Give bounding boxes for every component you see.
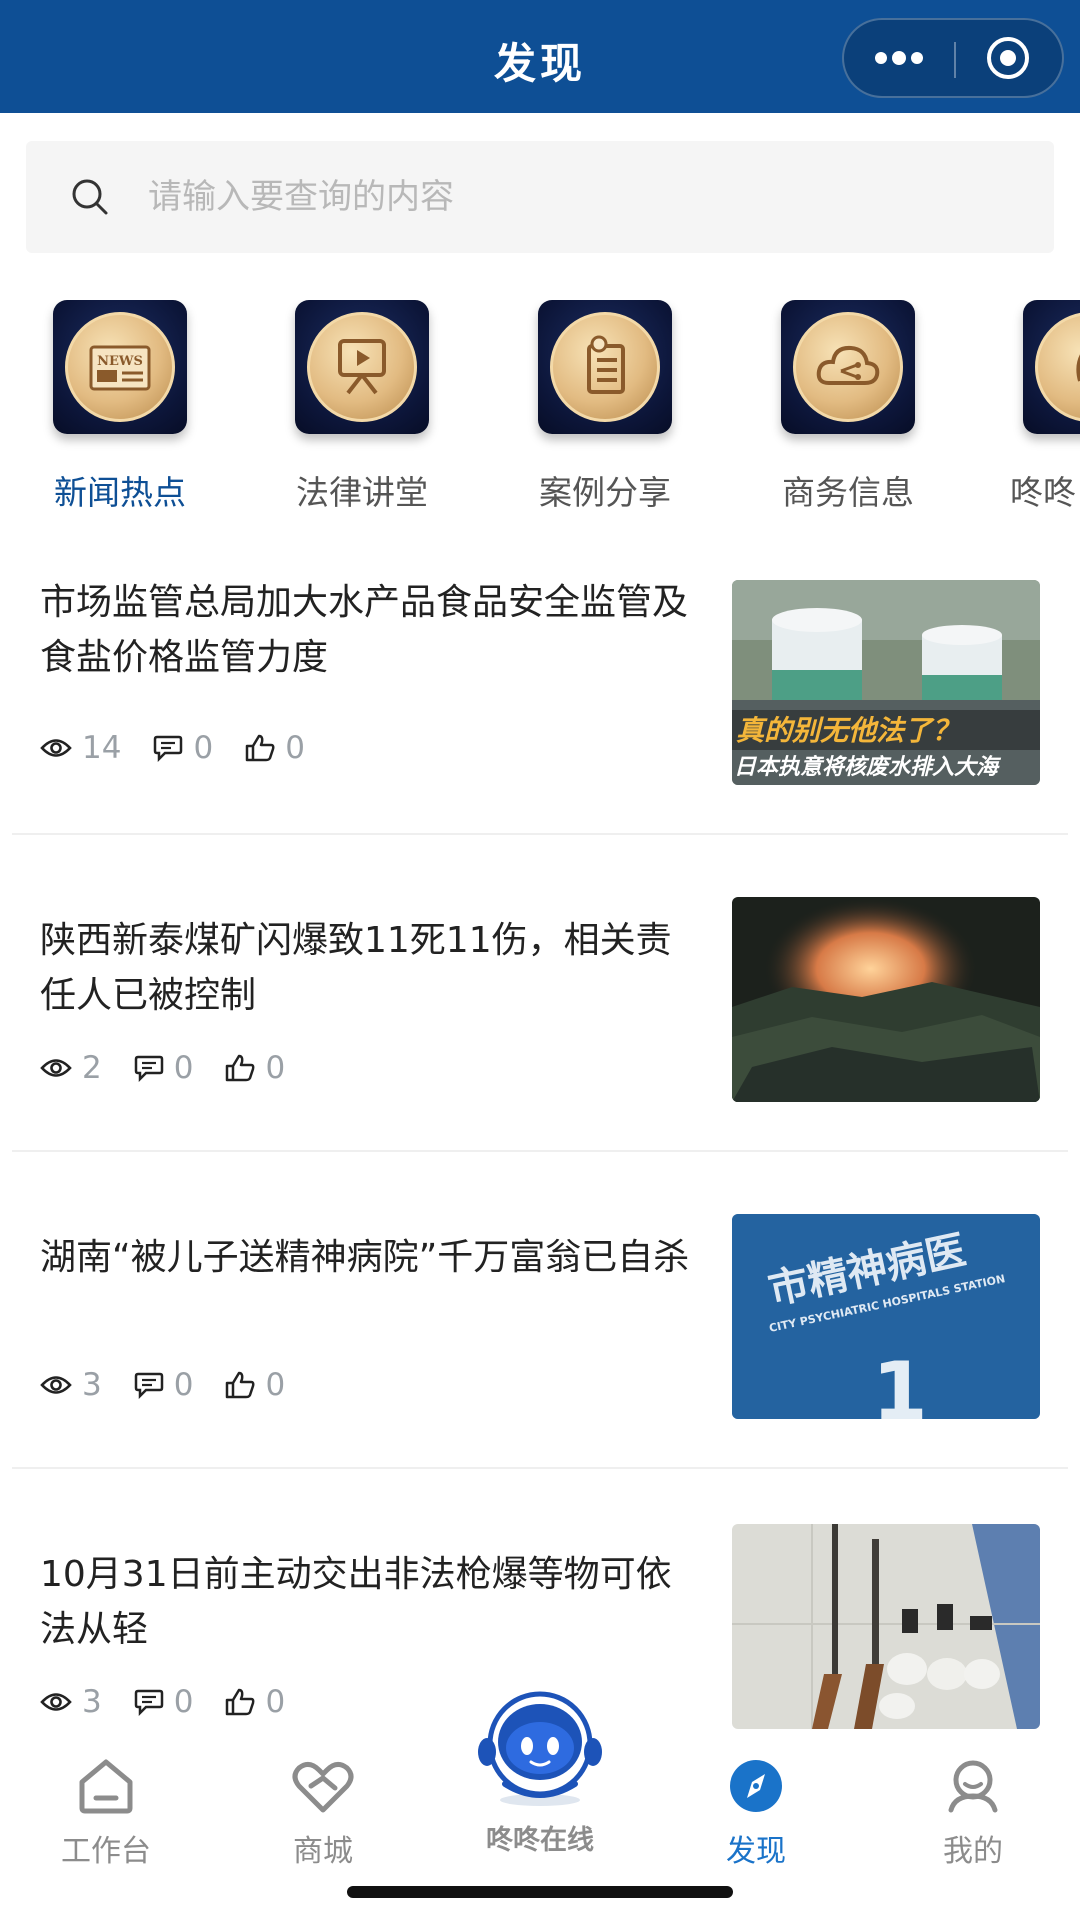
close-miniprogram-button[interactable] xyxy=(953,20,1062,96)
news-title: 湖南“被儿子送精神病院”千万富翁已自杀 xyxy=(40,1237,690,1278)
category-label: 法律讲堂 xyxy=(296,473,428,512)
emblem-icon xyxy=(1023,300,1080,434)
nav-header: 发现 xyxy=(0,0,1080,113)
news-item-3[interactable]: 湖南“被儿子送精神病院”千万富翁已自杀 3 0 0 市精神病医 CITY PSY… xyxy=(12,1152,1068,1469)
comments-stat: 0 xyxy=(153,730,213,766)
views-stat: 2 xyxy=(40,1050,102,1086)
eye-icon xyxy=(40,1693,72,1711)
news-item-2[interactable]: 陕西新泰煤矿闪爆致11死11伤，相关责任人已被控制 2 0 0 xyxy=(12,835,1068,1152)
cloud-network-icon xyxy=(781,300,915,434)
more-dots-icon xyxy=(874,51,923,65)
document-list-icon xyxy=(538,300,672,434)
search-icon xyxy=(72,179,108,215)
heart-mall-icon xyxy=(292,1762,354,1813)
news-item-1[interactable]: 市场监管总局加大水产品食品安全监管及食盐价格监管力度 14 0 0 真的别无他法… xyxy=(12,555,1068,835)
tab-workbench[interactable]: 工作台 xyxy=(26,1758,186,1870)
news-title: 市场监管总局加大水产品食品安全监管及食盐价格监管力度 xyxy=(40,582,689,678)
news-title: 陕西新泰煤矿闪爆致11死11伤，相关责任人已被控制 xyxy=(40,920,672,1016)
thumbs-up-icon xyxy=(226,1688,255,1716)
svg-text:NEWS: NEWS xyxy=(97,354,143,369)
comments-count: 0 xyxy=(193,730,214,766)
category-case-share[interactable]: 案例分享 xyxy=(505,300,705,514)
news-stats: 3 0 0 xyxy=(40,1367,317,1403)
tab-label: 工作台 xyxy=(61,1834,151,1869)
views-stat: 3 xyxy=(40,1684,102,1720)
likes-stat: 0 xyxy=(225,1050,285,1086)
compass-icon xyxy=(730,1760,782,1812)
category-news[interactable]: NEWS 新闻热点 xyxy=(20,300,220,514)
tab-label: 发现 xyxy=(726,1834,786,1869)
likes-count: 0 xyxy=(265,1050,286,1086)
views-stat: 14 xyxy=(40,730,121,766)
news-stats: 3 0 0 xyxy=(40,1684,317,1720)
news-stats: 14 0 0 xyxy=(40,730,337,766)
tab-discover[interactable]: 发现 xyxy=(676,1758,836,1870)
search-input[interactable] xyxy=(148,177,928,217)
thumbs-up-icon xyxy=(245,734,275,762)
target-circle-icon xyxy=(986,37,1029,79)
comment-icon xyxy=(134,1055,163,1082)
likes-count: 0 xyxy=(265,1684,286,1720)
category-label: 咚咚 xyxy=(1010,473,1076,512)
tab-mall[interactable]: 商城 xyxy=(243,1758,403,1870)
comment-icon xyxy=(134,1372,163,1399)
comments-count: 0 xyxy=(173,1367,194,1403)
thumb-caption-1: 真的别无他法了？ xyxy=(736,714,960,747)
category-strip: NEWS 新闻热点 法律讲堂 案例分享 商务信息 咚咚 xyxy=(0,300,1080,515)
likes-stat: 0 xyxy=(225,1684,285,1720)
views-count: 3 xyxy=(82,1367,102,1403)
thumb-caption-2: 日本执意将核废水排入大海 xyxy=(734,754,1002,780)
tab-label: 我的 xyxy=(943,1834,1003,1869)
tab-label: 咚咚在线 xyxy=(486,1825,594,1856)
comments-stat: 0 xyxy=(134,1367,194,1403)
views-stat: 3 xyxy=(40,1367,102,1403)
video-lecture-icon xyxy=(295,300,429,434)
comments-count: 0 xyxy=(173,1050,194,1086)
eye-icon xyxy=(40,1059,72,1077)
news-thumbnail xyxy=(732,897,1040,1102)
home-indicator xyxy=(347,1886,733,1898)
comment-icon xyxy=(154,735,183,762)
category-dongdong[interactable]: 咚咚 xyxy=(990,300,1080,514)
category-law-lecture[interactable]: 法律讲堂 xyxy=(262,300,462,514)
robot-mascot-icon xyxy=(478,1691,602,1806)
tab-dongdong-online[interactable]: 咚咚在线 xyxy=(460,1688,620,1857)
category-label: 新闻热点 xyxy=(54,473,186,512)
tab-mine[interactable]: 我的 xyxy=(893,1758,1053,1870)
comment-icon xyxy=(134,1689,163,1716)
thumbs-up-icon xyxy=(226,1371,255,1399)
likes-stat: 0 xyxy=(245,730,305,766)
search-bar[interactable] xyxy=(26,141,1054,253)
likes-count: 0 xyxy=(285,730,305,766)
home-icon xyxy=(79,1759,133,1814)
likes-stat: 0 xyxy=(225,1367,285,1403)
news-thumbnail: 真的别无他法了？ 日本执意将核废水排入大海 xyxy=(732,580,1040,785)
tab-label: 商城 xyxy=(293,1834,353,1869)
views-count: 3 xyxy=(82,1684,102,1720)
thumb-caption-3: 1 xyxy=(872,1345,928,1419)
miniprogram-capsule xyxy=(842,18,1064,98)
thumbs-up-icon xyxy=(226,1054,255,1082)
news-stats: 2 0 0 xyxy=(40,1050,317,1086)
user-icon xyxy=(948,1760,998,1813)
more-button[interactable] xyxy=(844,20,953,96)
comments-stat: 0 xyxy=(134,1684,194,1720)
views-count: 2 xyxy=(82,1050,102,1086)
eye-icon xyxy=(40,739,72,757)
likes-count: 0 xyxy=(265,1367,286,1403)
category-label: 案例分享 xyxy=(539,473,671,512)
news-thumbnail: 市精神病医 CITY PSYCHIATRIC HOSPITALS STATION… xyxy=(732,1214,1040,1419)
capsule-divider xyxy=(954,42,956,78)
news-icon: NEWS xyxy=(53,300,187,434)
news-thumbnail xyxy=(732,1524,1040,1729)
category-label: 商务信息 xyxy=(782,473,914,512)
comments-stat: 0 xyxy=(134,1050,194,1086)
news-title: 10月31日前主动交出非法枪爆等物可依法从轻 xyxy=(40,1554,672,1650)
views-count: 14 xyxy=(82,730,122,766)
comments-count: 0 xyxy=(173,1684,194,1720)
category-business-info[interactable]: 商务信息 xyxy=(748,300,948,514)
eye-icon xyxy=(40,1376,72,1394)
